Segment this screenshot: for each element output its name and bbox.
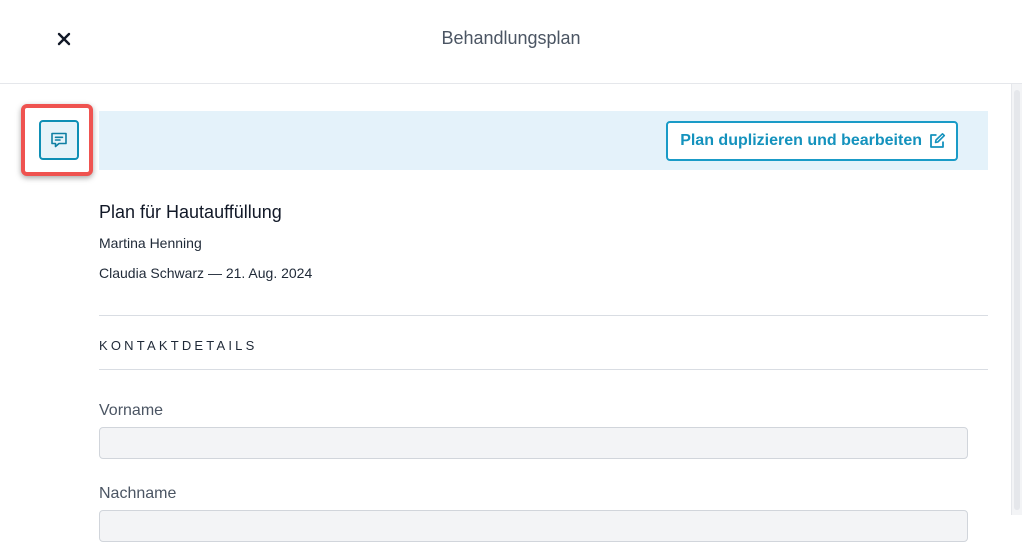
edit-icon [930, 133, 946, 148]
last-name-label: Nachname [99, 485, 177, 502]
comment-button[interactable] [39, 120, 79, 160]
section-divider-bottom [99, 369, 988, 370]
comment-icon [51, 132, 67, 148]
action-banner: Plan duplizieren und bearbeiten [99, 111, 988, 170]
first-name-label: Vorname [99, 402, 164, 419]
first-name-field[interactable] [99, 427, 968, 459]
page-title: Behandlungsplan [441, 28, 581, 48]
patient-name: Martina Henning [99, 235, 202, 251]
scrollbar[interactable] [1011, 84, 1022, 515]
duplicate-edit-label: Plan duplizieren und bearbeiten [680, 132, 922, 149]
duplicate-edit-button[interactable]: Plan duplizieren und bearbeiten [666, 121, 958, 161]
plan-title: Plan für Hautauffüllung [99, 202, 282, 222]
section-divider-top [99, 315, 988, 316]
scrollbar-thumb[interactable] [1014, 90, 1020, 510]
author-date-line: Claudia Schwarz — 21. Aug. 2024 [99, 265, 313, 281]
modal-header: Behandlungsplan [0, 0, 1022, 84]
section-heading-contact: KONTAKTDETAILS [99, 338, 258, 353]
